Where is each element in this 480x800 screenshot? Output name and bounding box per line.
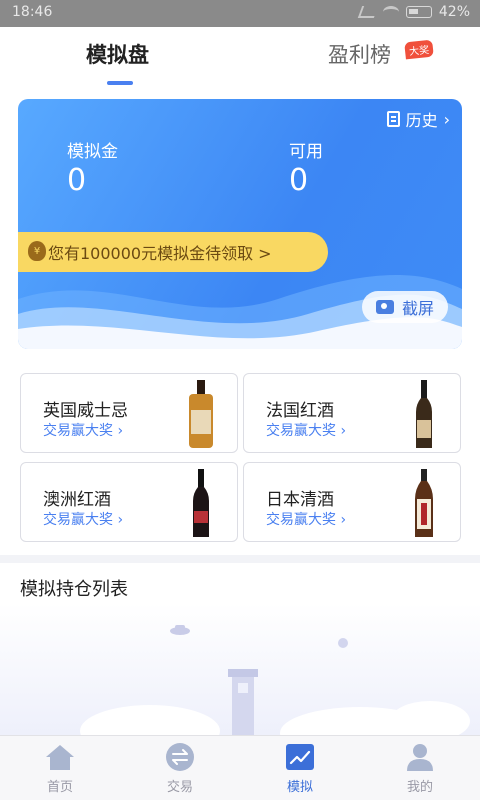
clipboard-icon <box>386 111 400 127</box>
wifi-icon <box>382 6 399 18</box>
trade-prize-link[interactable]: 交易赢大奖 › <box>43 420 123 440</box>
nav-profile[interactable]: 我的 <box>390 742 450 795</box>
nav-simulate[interactable]: 模拟 <box>270 742 330 795</box>
status-time: 18:46 <box>12 4 53 20</box>
tab-leaderboard[interactable]: 盈利榜 <box>328 39 391 69</box>
empty-state-illustration <box>0 603 480 735</box>
battery-percent: 42% <box>438 4 470 20</box>
history-label: 历史 <box>405 111 438 130</box>
camera-icon <box>375 300 394 314</box>
holdings-section: 模拟持仓列表 <box>0 563 480 735</box>
fund-label: 模拟金 <box>67 142 118 162</box>
main-panel: 历史 › 模拟金 0 可用 0 ¥ 您有100000元模拟金待领取 > 截屏 英… <box>0 85 480 555</box>
trade-icon <box>166 743 194 771</box>
product-name: 英国威士忌 <box>43 401 128 421</box>
wine-bottle-icon <box>416 380 432 448</box>
profile-icon <box>407 744 433 771</box>
available-label: 可用 <box>289 142 323 162</box>
chevron-right-icon: › <box>443 109 450 129</box>
product-name: 日本清酒 <box>266 490 334 510</box>
available-value: 0 <box>289 163 309 198</box>
trade-prize-link[interactable]: 交易赢大奖 › <box>266 420 346 440</box>
money-bag-icon: ¥ <box>28 241 46 261</box>
bottom-nav: 首页 交易 模拟 我的 <box>0 735 480 800</box>
top-tab-bar: 模拟盘 盈利榜 大奖 <box>0 27 480 85</box>
product-name: 澳洲红酒 <box>43 490 111 510</box>
battery-icon <box>405 6 432 18</box>
fund-value: 0 <box>67 163 87 198</box>
trade-prize-link[interactable]: 交易赢大奖 › <box>266 509 346 529</box>
home-icon <box>46 745 74 770</box>
product-card[interactable]: 法国红酒 交易赢大奖 › <box>243 373 461 453</box>
signal-icon <box>357 6 379 18</box>
nav-trade[interactable]: 交易 <box>150 742 210 795</box>
prize-badge: 大奖 <box>404 39 434 60</box>
nav-profile-label: 我的 <box>406 780 433 795</box>
nav-home-label: 首页 <box>46 780 73 795</box>
simulate-icon <box>286 744 314 770</box>
product-card[interactable]: 英国威士忌 交易赢大奖 › <box>20 373 238 453</box>
nav-home[interactable]: 首页 <box>30 742 90 795</box>
sake-bottle-icon <box>415 469 433 537</box>
screenshot-button[interactable]: 截屏 <box>362 291 448 323</box>
product-name: 法国红酒 <box>266 401 334 421</box>
tab-simulation[interactable]: 模拟盘 <box>86 39 149 69</box>
history-button[interactable]: 历史 › <box>386 107 450 131</box>
holdings-title: 模拟持仓列表 <box>20 579 128 600</box>
product-card[interactable]: 澳洲红酒 交易赢大奖 › <box>20 462 238 542</box>
whisky-bottle-icon <box>189 380 213 448</box>
wine-bottle-icon <box>193 469 209 537</box>
status-bar: 18:46 42% <box>0 0 480 27</box>
screenshot-label: 截屏 <box>401 299 434 318</box>
trade-prize-link[interactable]: 交易赢大奖 › <box>43 509 123 529</box>
nav-simulate-label: 模拟 <box>286 780 313 795</box>
account-card: 历史 › 模拟金 0 可用 0 ¥ 您有100000元模拟金待领取 > 截屏 <box>18 99 462 349</box>
nav-trade-label: 交易 <box>166 780 193 795</box>
product-card[interactable]: 日本清酒 交易赢大奖 › <box>243 462 461 542</box>
